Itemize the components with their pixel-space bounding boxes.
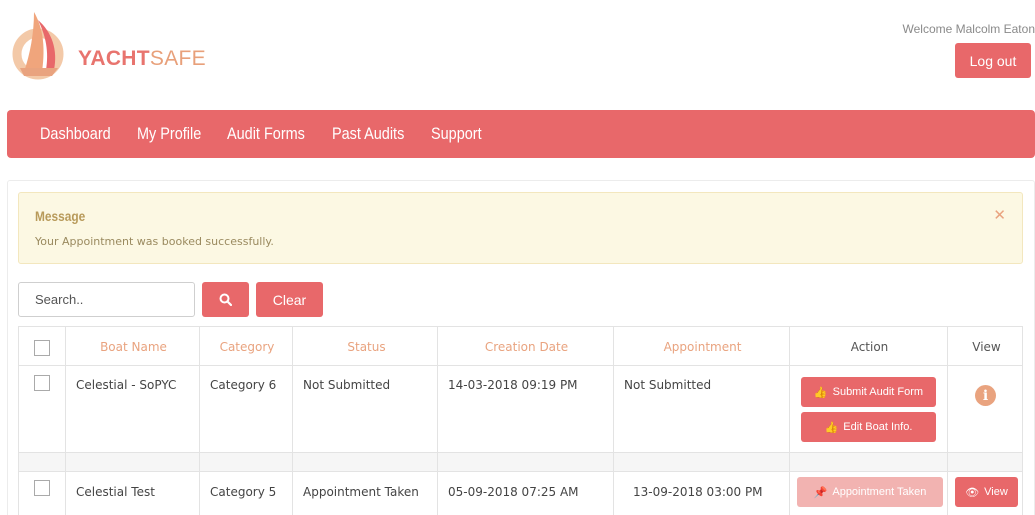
column-divider	[65, 326, 66, 515]
appointment-cell: Not Submitted	[624, 378, 712, 392]
nav-dashboard[interactable]: Dashboard	[40, 124, 111, 144]
pin-icon: 📌	[813, 486, 828, 499]
logo-light-text: SAFE	[149, 47, 206, 70]
logo-text: YACHTSAFE	[78, 47, 206, 71]
category-cell: Category 6	[210, 378, 277, 392]
column-divider	[947, 326, 948, 515]
logout-button[interactable]: Log out	[955, 43, 1031, 78]
edit-boat-info-button[interactable]: 👍 Edit Boat Info.	[801, 412, 936, 442]
col-creation-date[interactable]: Creation Date	[439, 340, 614, 354]
column-divider	[292, 326, 293, 515]
thumbs-up-icon: 👍	[813, 386, 828, 399]
appointment-taken-label: Appointment Taken	[832, 486, 927, 498]
col-view: View	[972, 340, 1001, 354]
view-button[interactable]: 👁 View	[955, 477, 1018, 507]
main-navbar: Dashboard My Profile Audit Forms Past Au…	[7, 110, 1035, 158]
col-appointment[interactable]: Appointment	[615, 340, 790, 354]
col-category[interactable]: Category	[201, 340, 293, 354]
row-separator	[18, 453, 1023, 471]
select-all-checkbox[interactable]	[34, 340, 50, 356]
info-icon[interactable]: i	[975, 385, 996, 406]
row-checkbox[interactable]	[34, 480, 50, 496]
nav-support[interactable]: Support	[431, 124, 482, 144]
search-input[interactable]	[18, 282, 195, 317]
sail-logo-icon	[12, 12, 64, 80]
search-button[interactable]	[202, 282, 249, 317]
column-divider	[437, 326, 438, 515]
row-checkbox[interactable]	[34, 375, 50, 391]
column-divider	[199, 326, 200, 515]
category-cell: Category 5	[210, 485, 277, 499]
col-status[interactable]: Status	[294, 340, 439, 354]
table-header: Boat Name Category Status Creation Date …	[18, 326, 1023, 366]
submit-audit-form-label: Submit Audit Form	[832, 386, 924, 398]
clear-button[interactable]: Clear	[256, 282, 323, 317]
table-row: Celestial - SoPYC Category 6 Not Submitt…	[18, 366, 1023, 453]
close-icon[interactable]: ✕	[993, 206, 1006, 224]
appointment-taken-button[interactable]: 📌 Appointment Taken	[797, 477, 943, 507]
alert-text: Your Appointment was booked successfully…	[35, 235, 274, 248]
message-alert: Message Your Appointment was booked succ…	[18, 192, 1023, 264]
nav-my-profile[interactable]: My Profile	[137, 124, 201, 144]
alert-title: Message	[35, 208, 86, 224]
eye-icon: 👁	[965, 486, 980, 499]
col-boat-name[interactable]: Boat Name	[67, 340, 200, 354]
submit-audit-form-button[interactable]: 👍 Submit Audit Form	[801, 377, 936, 407]
search-icon	[219, 293, 232, 306]
col-action: Action	[850, 340, 889, 354]
nav-past-audits[interactable]: Past Audits	[332, 124, 404, 144]
boat-name-cell: Celestial Test	[76, 485, 155, 499]
boat-name-cell: Celestial - SoPYC	[76, 378, 177, 392]
creation-date-cell: 14-03-2018 09:19 PM	[448, 378, 578, 392]
column-divider	[613, 326, 614, 515]
creation-date-cell: 05-09-2018 07:25 AM	[448, 485, 579, 499]
table-row: Celestial Test Category 5 Appointment Ta…	[18, 471, 1023, 515]
appointment-cell: 13-09-2018 03:00 PM	[633, 485, 763, 499]
status-cell: Appointment Taken	[303, 485, 419, 499]
view-label: View	[984, 486, 1008, 498]
welcome-text: Welcome Malcolm Eaton	[902, 22, 1035, 36]
status-cell: Not Submitted	[303, 378, 391, 392]
yachtsafe-logo[interactable]: YACHTSAFE	[12, 10, 206, 80]
column-divider	[789, 326, 790, 515]
nav-audit-forms[interactable]: Audit Forms	[227, 124, 305, 144]
logo-bold-text: YACHT	[78, 47, 150, 70]
edit-boat-info-label: Edit Boat Info.	[843, 421, 913, 433]
thumbs-up-icon: 👍	[824, 421, 839, 434]
